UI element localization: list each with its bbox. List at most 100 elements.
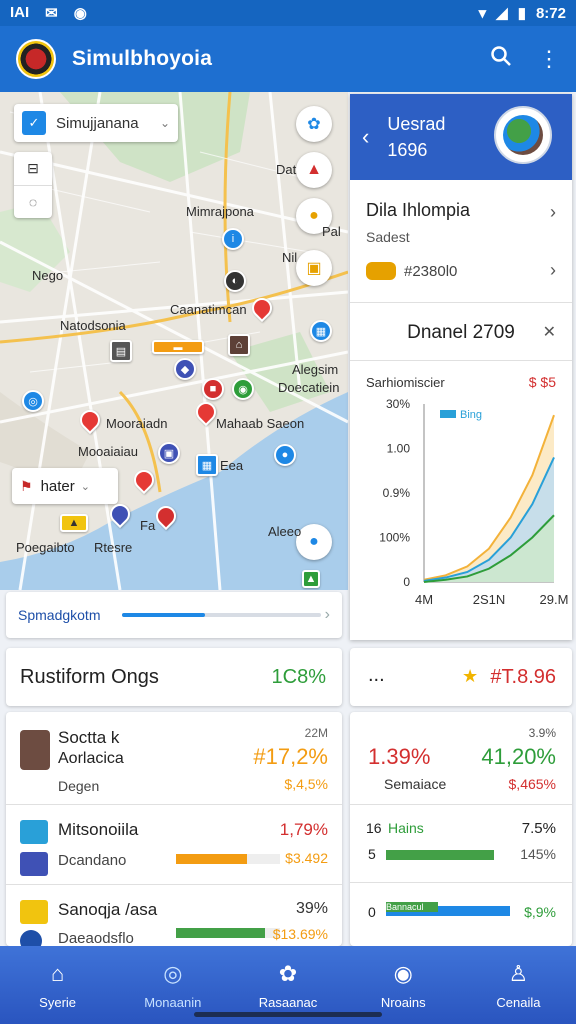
x-tick-label: 29.M bbox=[540, 592, 569, 607]
x-tick-label: 2S1N bbox=[473, 592, 506, 607]
warning-poi-button[interactable]: ▲ bbox=[296, 152, 332, 188]
flower-poi-button[interactable]: ✿ bbox=[296, 106, 332, 142]
map-label: Dat bbox=[276, 162, 297, 177]
map-label: Caanatimcan bbox=[170, 302, 247, 317]
list-item-value: #17,2% bbox=[253, 744, 328, 769]
map-poi[interactable]: ▦ bbox=[196, 454, 218, 476]
panel-row-detail[interactable]: Dila Ihlompia Sadest › bbox=[350, 200, 572, 245]
status-signal-icon: IAI bbox=[10, 4, 30, 21]
map-view[interactable]: ✓ Simujjanana ⌄ ⊟ ◌ ✿ ▲ ● ▣ ● ⚑ hater ⌄ … bbox=[0, 92, 348, 590]
filter-icon: ⚑ bbox=[20, 477, 33, 494]
list-item-name2: Aorlacica bbox=[58, 750, 124, 767]
list-item[interactable]: Sanoqja /asa Daeaodsflo 39% $13.69% bbox=[6, 886, 342, 946]
map-poi[interactable]: ▤ bbox=[110, 340, 132, 362]
nav-label: Cenaila bbox=[496, 994, 541, 1010]
map-poi[interactable]: ◉ bbox=[232, 378, 254, 400]
map-poi[interactable]: ▲ bbox=[60, 514, 88, 532]
arrow-right-icon: › bbox=[324, 606, 330, 623]
progress-fill bbox=[122, 613, 206, 617]
list-item-value: 39% bbox=[295, 900, 328, 917]
right-row3-value: $,9% bbox=[524, 904, 556, 920]
chart-title: Sarhiomiscier bbox=[366, 375, 445, 390]
status-time: 8:72 bbox=[535, 4, 566, 22]
list-item-name: Mitsonoiila bbox=[58, 820, 139, 839]
location-icon[interactable]: ◌ bbox=[14, 186, 52, 219]
map-poi[interactable]: ◐ bbox=[224, 270, 246, 292]
chevron-down-icon: ⌄ bbox=[80, 480, 90, 493]
back-arrow-icon[interactable]: ‹ bbox=[362, 124, 369, 150]
map-poi[interactable]: ◎ bbox=[22, 390, 44, 412]
summary-card-left[interactable]: Rustiform Ongs 1C8% bbox=[6, 648, 342, 706]
stats-list-card: Soctta k Aorlacica Degen 22M #17,2% $,4,… bbox=[6, 712, 342, 946]
map-poi[interactable]: ● bbox=[274, 444, 296, 466]
map-label: Mooaiaiau bbox=[78, 444, 138, 459]
list-item-sub: Degen bbox=[58, 778, 100, 794]
map-search-box[interactable]: ✓ Simujjanana ⌄ bbox=[14, 104, 178, 142]
map-poi[interactable]: ▲ bbox=[302, 570, 320, 588]
search-icon[interactable] bbox=[490, 45, 512, 73]
app-bar: Simulbhoyoia ⋮ bbox=[0, 26, 576, 92]
map-poi[interactable]: ▣ bbox=[158, 442, 180, 464]
app-logo bbox=[16, 39, 56, 79]
panel-title-line1: Uesrad bbox=[387, 114, 446, 134]
list-item-name: Soctta k bbox=[58, 728, 120, 747]
progress-track bbox=[122, 613, 321, 617]
map-filter-chip[interactable]: ⚑ hater ⌄ bbox=[12, 468, 118, 504]
status-mail-icon: ✉ bbox=[45, 5, 58, 22]
nav-item-cenaila[interactable]: ♙ Cenaila bbox=[461, 946, 576, 1024]
list-item-subvalue: $3.492 bbox=[285, 850, 328, 866]
more-options-icon[interactable]: ⋮ bbox=[538, 46, 560, 72]
gauge-icon: ◉ bbox=[393, 960, 413, 986]
list-item-subvalue: $,4,5% bbox=[284, 776, 328, 792]
folder-icon bbox=[20, 900, 48, 924]
panel-header: ‹ Uesrad 1696 bbox=[350, 94, 572, 180]
bar-fill bbox=[176, 854, 247, 864]
summary-more: ... bbox=[368, 664, 385, 686]
right-row3-label: Bannacul bbox=[386, 902, 438, 912]
map-poi[interactable]: ■ bbox=[202, 378, 224, 400]
map-label: Mooraiadn bbox=[106, 416, 168, 431]
my-location-button[interactable]: ● bbox=[296, 524, 332, 560]
toolbox-poi-button[interactable]: ▣ bbox=[296, 250, 332, 286]
list-item-name: Sanoqja /asa bbox=[58, 900, 158, 919]
panel-row-value[interactable]: #2380l0 › bbox=[350, 260, 572, 280]
summary-card-right[interactable]: ... ★ #T.8.96 bbox=[350, 648, 572, 706]
chevron-right-icon: › bbox=[550, 202, 556, 222]
chevron-down-icon: ⌄ bbox=[159, 116, 170, 130]
bar-track bbox=[176, 854, 280, 864]
right-bar bbox=[386, 850, 494, 860]
map-label: Poegaibto bbox=[16, 540, 75, 555]
map-poi[interactable]: ⌂ bbox=[228, 334, 250, 356]
right-right-sub: $,465% bbox=[508, 776, 556, 792]
map-label: Mahaab Saeon bbox=[216, 416, 305, 431]
panel-channel-title: Dnanel 2709 bbox=[407, 322, 515, 343]
list-item[interactable]: Mitsonoiila Dcandano 1,79% $3.492 bbox=[6, 806, 342, 886]
list-item[interactable]: Soctta k Aorlacica Degen 22M #17,2% $,4,… bbox=[6, 712, 342, 794]
list-item-top: 22M bbox=[304, 726, 328, 740]
panel-row-value-text: #2380l0 bbox=[404, 262, 458, 280]
map-label: Nego bbox=[32, 268, 64, 283]
map-label: Mimrajpona bbox=[186, 204, 254, 219]
flower-icon: ✿ bbox=[278, 960, 298, 986]
map-poi[interactable]: ▬ bbox=[152, 340, 204, 354]
layers-icon[interactable]: ⊟ bbox=[14, 152, 52, 186]
legend-label: Bing bbox=[460, 409, 482, 421]
close-icon[interactable]: ✕ bbox=[543, 322, 556, 342]
nav-item-syerie[interactable]: ⌂ Syerie bbox=[0, 946, 115, 1024]
shield-icon: ✓ bbox=[22, 111, 46, 135]
map-poi[interactable]: ◆ bbox=[174, 358, 196, 380]
panel-row-channel[interactable]: Dnanel 2709 ✕ bbox=[350, 322, 572, 344]
right-left-value: 1.39% bbox=[368, 744, 431, 769]
map-poi[interactable]: ▦ bbox=[310, 320, 332, 342]
chart-icon bbox=[20, 852, 48, 876]
person-icon: ♙ bbox=[508, 960, 529, 986]
map-label: Doecatiein bbox=[278, 380, 340, 395]
tiger-icon bbox=[366, 262, 396, 280]
panel-avatar[interactable] bbox=[494, 106, 552, 164]
map-label: Alegsim bbox=[292, 362, 339, 377]
map-label: Pal bbox=[322, 224, 341, 239]
map-poi[interactable]: i bbox=[222, 228, 244, 250]
chevron-right-icon: › bbox=[550, 260, 556, 280]
home-indicator[interactable] bbox=[194, 1012, 382, 1017]
nav-label: Monaanin bbox=[144, 994, 202, 1010]
